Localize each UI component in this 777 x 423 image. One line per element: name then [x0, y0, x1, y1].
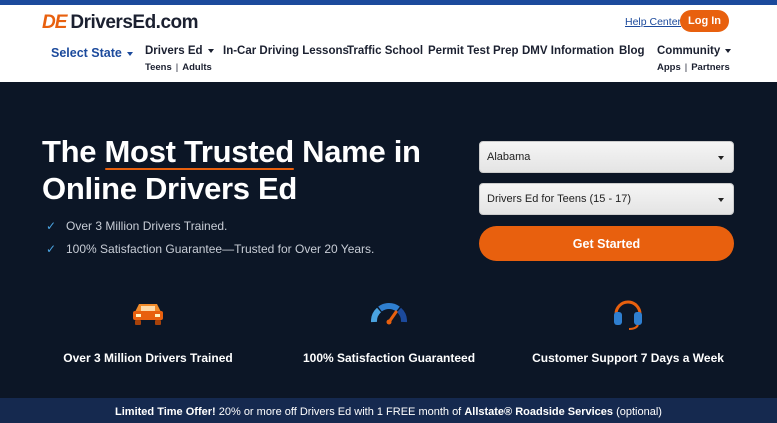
separator: |	[175, 62, 179, 73]
nav-traffic-school[interactable]: Traffic School	[347, 45, 423, 57]
bullet-text: 100% Satisfaction Guarantee—Trusted for …	[66, 242, 375, 256]
chevron-down-icon	[126, 51, 133, 56]
nav-dmv-information[interactable]: DMV Information	[522, 45, 614, 57]
promo-suffix: (optional)	[613, 405, 662, 418]
check-icon: ✓	[46, 242, 57, 256]
state-select-value: Alabama	[487, 151, 531, 163]
nav-drivers-ed[interactable]: Drivers Ed	[145, 45, 214, 57]
feature-label: Customer Support 7 Days a Week	[532, 351, 724, 365]
headline-part-1: The	[42, 134, 105, 169]
car-icon	[38, 294, 258, 332]
help-center-link[interactable]: Help Center	[625, 16, 681, 28]
chevron-down-icon	[725, 48, 732, 53]
separator: |	[684, 62, 688, 73]
hero-bullet: ✓ 100% Satisfaction Guarantee—Trusted fo…	[46, 242, 374, 256]
promo-prefix: Limited Time Offer!	[115, 405, 216, 418]
select-state-label: Select State	[51, 46, 122, 60]
feature-label: 100% Satisfaction Guaranteed	[302, 351, 476, 365]
feature-item: Over 3 Million Drivers Trained	[38, 294, 258, 365]
course-select[interactable]: Drivers Ed for Teens (15 - 17)	[479, 183, 734, 215]
feature-item: 100% Satisfaction Guaranteed	[279, 294, 499, 365]
nav-in-car-lessons[interactable]: In-Car Driving Lessons	[223, 45, 349, 57]
headline-emphasis: Most Trusted	[104, 134, 295, 170]
nav-adults-link[interactable]: Adults	[182, 62, 212, 73]
community-subnav: Apps | Partners	[657, 62, 730, 73]
nav-partners-link[interactable]: Partners	[691, 62, 730, 73]
site-header: DE DriversEd.com Help Center Log In Sele…	[0, 5, 777, 82]
feature-label: Over 3 Million Drivers Trained	[63, 351, 233, 365]
logo-text: DriversEd.com	[70, 12, 199, 33]
promo-text: 20% or more off Drivers Ed with 1 FREE m…	[215, 405, 465, 418]
nav-teens-link[interactable]: Teens	[145, 62, 172, 73]
chevron-down-icon	[718, 198, 724, 202]
state-select[interactable]: Alabama	[479, 141, 734, 173]
course-select-value: Drivers Ed for Teens (15 - 17)	[487, 193, 632, 205]
promo-brand: Allstate® Roadside Services	[464, 405, 614, 418]
drivers-ed-subnav: Teens | Adults	[145, 62, 212, 73]
headset-icon	[518, 294, 738, 332]
hero-headline: The Most Trusted Name in Online Drivers …	[42, 133, 442, 207]
nav-permit-test-prep[interactable]: Permit Test Prep	[428, 45, 519, 57]
nav-community-label: Community	[657, 45, 721, 57]
get-started-button[interactable]: Get Started	[479, 226, 734, 261]
select-state-menu[interactable]: Select State	[51, 46, 133, 60]
login-button[interactable]: Log In	[680, 10, 729, 32]
chevron-down-icon	[718, 156, 724, 160]
bullet-text: Over 3 Million Drivers Trained.	[66, 219, 228, 233]
nav-apps-link[interactable]: Apps	[657, 62, 681, 73]
gauge-icon	[279, 294, 499, 332]
nav-drivers-ed-label: Drivers Ed	[145, 45, 203, 57]
promo-banner[interactable]: Limited Time Offer! 20% or more off Driv…	[0, 398, 777, 423]
nav-blog[interactable]: Blog	[619, 45, 645, 57]
chevron-down-icon	[207, 48, 214, 53]
logo-mark: DE	[42, 12, 67, 33]
feature-item: Customer Support 7 Days a Week	[518, 294, 738, 365]
nav-community[interactable]: Community	[657, 45, 732, 57]
promo-text-wrap: Limited Time Offer! 20% or more off Driv…	[115, 406, 662, 418]
hero-section: The Most Trusted Name in Online Drivers …	[0, 82, 777, 398]
site-logo[interactable]: DE DriversEd.com	[42, 12, 199, 34]
hero-bullet: ✓ Over 3 Million Drivers Trained.	[46, 219, 227, 233]
check-icon: ✓	[46, 219, 57, 233]
